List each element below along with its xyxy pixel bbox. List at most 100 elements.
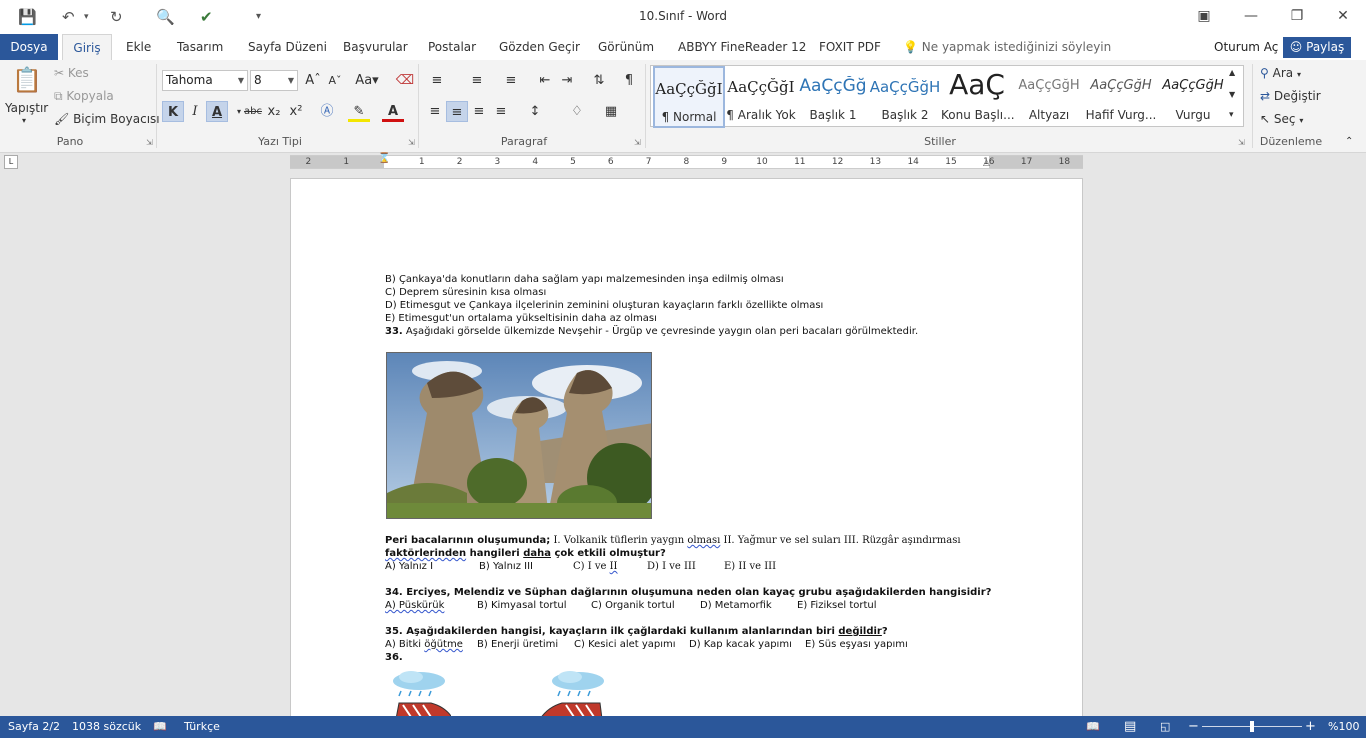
dropdown-icon: ▾ [1296,70,1301,79]
find-button[interactable]: ⚲ Ara ▾ [1260,66,1301,80]
style-normal[interactable]: AaÇçĞğI ¶ Normal [653,66,725,128]
multilevel-list-icon[interactable]: ≡ [500,70,522,91]
align-right-icon[interactable]: ≡ [468,101,490,122]
format-painter-button[interactable]: 🖌 Biçim Boyacısı [54,112,160,126]
proofing-icon[interactable]: 📖 [153,716,167,738]
underline-button[interactable]: A [206,101,228,122]
tab-mailings[interactable]: Postalar [428,34,476,60]
shading-icon[interactable]: ♢ [566,101,588,122]
language-indicator[interactable]: Türkçe [184,716,220,738]
zoom-out-icon[interactable]: − [1188,716,1199,738]
ruler-tick: 3 [494,157,501,167]
change-case-icon[interactable]: Aa▾ [352,70,382,91]
right-indent-marker-icon[interactable]: △ [983,158,990,168]
decrease-indent-icon[interactable]: ⇤ [534,70,556,91]
word-count[interactable]: 1038 sözcük [72,716,141,738]
clipboard-launcher-icon[interactable]: ⇲ [146,138,153,147]
styles-scroll-up-icon[interactable]: ▲ [1229,68,1235,77]
collapse-ribbon-icon[interactable]: ⌃ [1345,136,1353,147]
font-launcher-icon[interactable]: ⇲ [408,138,415,147]
paste-dropdown-icon[interactable]: ▾ [22,116,26,125]
styles-launcher-icon[interactable]: ⇲ [1238,138,1245,147]
bold-button[interactable]: K [162,101,184,122]
ribbon-display-options-icon[interactable]: ▣ [1181,4,1227,28]
paste-icon[interactable]: 📋 [12,66,42,94]
tab-view[interactable]: Görünüm [598,34,654,60]
tab-file[interactable]: Dosya [0,34,58,60]
strikethrough-button[interactable]: abc [242,101,264,122]
close-button[interactable]: ✕ [1320,4,1366,28]
zoom-slider-thumb[interactable] [1250,721,1254,732]
cut-button[interactable]: ✂ Kes [54,66,89,80]
style-preview: AaÇçĞğI [655,80,723,98]
borders-icon[interactable]: ▦ [600,101,622,122]
style-name: Başlık 1 [809,108,857,122]
q33-option-d: D) I ve III [647,561,696,572]
ruler-tick: 14 [907,157,919,167]
align-center-icon[interactable]: ≡ [446,101,468,122]
style-title[interactable]: AaÇ Konu Başlı... [941,66,1015,128]
replace-label: Değiştir [1273,89,1321,103]
tab-foxit[interactable]: FOXIT PDF [819,34,881,60]
align-left-icon[interactable]: ≡ [424,101,446,122]
underlined-word: değildir [838,626,882,637]
ribbon-tabs: Dosya Giriş Ekle Tasarım Sayfa Düzeni Ba… [0,34,1366,60]
tab-references[interactable]: Başvurular [343,34,408,60]
subscript-button[interactable]: x₂ [263,101,285,122]
minimize-button[interactable]: — [1228,4,1274,28]
tab-layout[interactable]: Sayfa Düzeni [248,34,327,60]
horizontal-ruler[interactable]: 2 1 1 2 3 4 5 6 7 8 9 10 11 12 13 14 15 16 17 18 ⌛ △ [290,153,1083,169]
font-family-combo[interactable]: Tahoma ▼ [162,70,248,91]
style-no-spacing[interactable]: AaÇçĞğI ¶ Aralık Yok [725,66,797,128]
increase-indent-icon[interactable]: ⇥ [556,70,578,91]
style-heading-1[interactable]: AaÇçĞğ Başlık 1 [797,66,869,128]
font-color-icon[interactable]: A [382,101,404,122]
replace-button[interactable]: ⇄ Değiştir [1260,89,1321,103]
peri-items-2-3: II. Yağmur ve sel suları III. Rüzgâr aşı… [720,535,961,546]
fairy-chimneys-photo[interactable] [386,352,652,519]
sign-in-link[interactable]: Oturum Aç [1214,34,1278,60]
paragraph-launcher-icon[interactable]: ⇲ [634,138,641,147]
paste-button[interactable]: Yapıştır [5,101,48,115]
share-button[interactable]: ☺ Paylaş [1283,37,1351,58]
document-page[interactable]: B) Çankaya'da konutların daha sağlam yap… [290,178,1083,719]
tab-design[interactable]: Tasarım [177,34,223,60]
show-formatting-marks-icon[interactable]: ¶ [618,70,640,91]
justify-icon[interactable]: ≡ [490,101,512,122]
tell-me-box[interactable]: 💡 Ne yapmak istediğinizi söyleyin [903,34,1111,60]
tab-home[interactable]: Giriş [62,34,112,60]
numbering-icon[interactable]: ≡ [466,70,488,91]
text-effects-icon[interactable]: Ⓐ [316,101,338,122]
zoom-in-icon[interactable]: + [1305,716,1316,738]
tab-insert[interactable]: Ekle [126,34,151,60]
font-size-combo[interactable]: 8 ▼ [250,70,298,91]
superscript-button[interactable]: x² [285,101,307,122]
zoom-level[interactable]: %100 [1328,716,1359,738]
line-spacing-icon[interactable]: ↕ [524,101,546,122]
print-layout-icon[interactable]: ▤ [1124,716,1136,738]
copy-button[interactable]: ⧉ Kopyala [54,89,114,104]
web-layout-icon[interactable]: ◱ [1160,716,1170,738]
select-button[interactable]: ↖ Seç ▾ [1260,112,1303,126]
style-emphasis[interactable]: AaÇçĞğH Vurgu [1157,66,1229,128]
style-subtitle[interactable]: AaÇçĞğH Altyazı [1013,66,1085,128]
styles-more-icon[interactable]: ▾ [1229,110,1234,120]
tab-review[interactable]: Gözden Geçir [499,34,580,60]
bullets-icon[interactable]: ≡ [426,70,448,91]
sort-icon[interactable]: ⇅ [588,70,610,91]
indent-marker-icon[interactable]: ⌛ [378,153,390,164]
italic-button[interactable]: I [184,101,206,122]
tab-abbyy[interactable]: ABBYY FineReader 12 [678,34,806,60]
tab-selector-icon[interactable]: L [4,155,18,169]
style-heading-2[interactable]: AaÇçĞğH Başlık 2 [869,66,941,128]
read-mode-icon[interactable]: 📖 [1086,716,1100,738]
grow-font-icon[interactable]: Aˆ [302,70,324,91]
style-subtle-emphasis[interactable]: AaÇçĞğH Hafif Vurg... [1085,66,1157,128]
restore-button[interactable]: ❐ [1274,4,1320,28]
q35-option-a: A) Bitki öğütme [385,638,463,651]
page-count[interactable]: Sayfa 2/2 [8,716,60,738]
shrink-font-icon[interactable]: Aˇ [324,70,346,91]
highlight-color-icon[interactable]: ✎ [348,101,370,122]
clear-formatting-icon[interactable]: ⌫ [394,70,416,91]
styles-scroll-down-icon[interactable]: ▼ [1229,90,1235,99]
